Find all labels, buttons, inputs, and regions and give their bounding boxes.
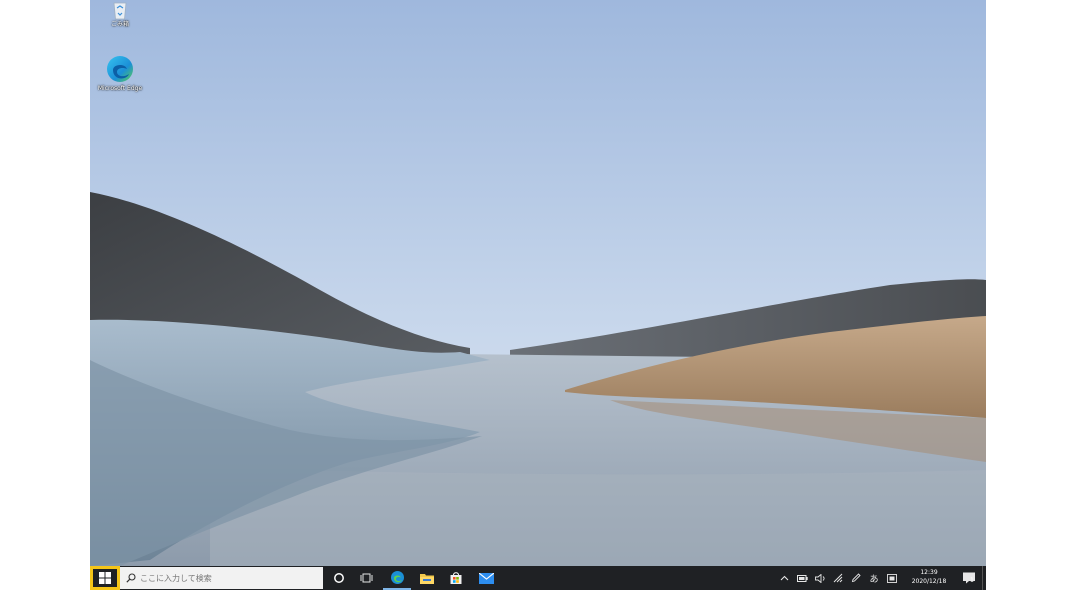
- tray-touch-keyboard-button[interactable]: [885, 566, 899, 590]
- cortana-button[interactable]: [325, 566, 353, 590]
- show-desktop-button[interactable]: [982, 566, 986, 590]
- notification-count-badge: 1: [970, 577, 974, 584]
- desktop-icon-edge[interactable]: Microsoft Edge: [90, 54, 156, 93]
- taskbar-file-explorer-button[interactable]: [413, 566, 441, 590]
- show-hidden-icons-button[interactable]: [777, 566, 791, 590]
- taskbar: あ 12:39 2020/12/18 1: [90, 566, 986, 590]
- task-view-button[interactable]: [353, 566, 381, 590]
- desktop-icon-recycle-bin[interactable]: ごみ箱: [90, 0, 156, 29]
- desktop-wallpaper: [90, 0, 986, 566]
- tray-pen-button[interactable]: [849, 566, 863, 590]
- action-center-button[interactable]: 1: [959, 566, 979, 590]
- desktop-icon-label: Microsoft Edge: [97, 85, 143, 92]
- mail-icon: [478, 572, 494, 584]
- search-icon: [126, 573, 136, 583]
- recycle-bin-icon: [113, 2, 127, 20]
- pen-icon: [851, 573, 861, 583]
- taskbar-clock[interactable]: 12:39 2020/12/18: [905, 568, 953, 588]
- clock-time: 12:39: [920, 569, 938, 576]
- taskbar-search[interactable]: [120, 567, 323, 589]
- edge-icon: [107, 56, 133, 82]
- store-bag-icon: [450, 572, 462, 584]
- tray-ime-indicator[interactable]: あ: [867, 566, 881, 590]
- taskbar-mail-button[interactable]: [472, 566, 500, 590]
- task-view-icon: [360, 573, 373, 583]
- clock-date: 2020/12/18: [911, 578, 947, 585]
- chevron-up-icon: [780, 575, 788, 581]
- tray-battery-button[interactable]: [795, 566, 809, 590]
- tray-volume-button[interactable]: [813, 566, 827, 590]
- taskbar-edge-button[interactable]: [383, 566, 411, 590]
- desktop-screen: ごみ箱 Microsoft Edge ここに入力して検索 あ 12:39 202…: [90, 0, 986, 590]
- edge-icon: [390, 570, 404, 584]
- keyboard-icon: [887, 573, 897, 583]
- network-icon: [833, 573, 843, 583]
- desktop-icon-label: ごみ箱: [110, 21, 129, 28]
- folder-icon: [420, 574, 434, 584]
- search-input[interactable]: [140, 573, 310, 583]
- tray-network-button[interactable]: [831, 566, 845, 590]
- cortana-circle-icon: [334, 573, 344, 583]
- start-button[interactable]: [90, 566, 120, 590]
- battery-icon: [796, 574, 808, 582]
- windows-logo-icon: [99, 572, 111, 584]
- speaker-icon: [814, 573, 825, 583]
- taskbar-store-button[interactable]: [442, 566, 470, 590]
